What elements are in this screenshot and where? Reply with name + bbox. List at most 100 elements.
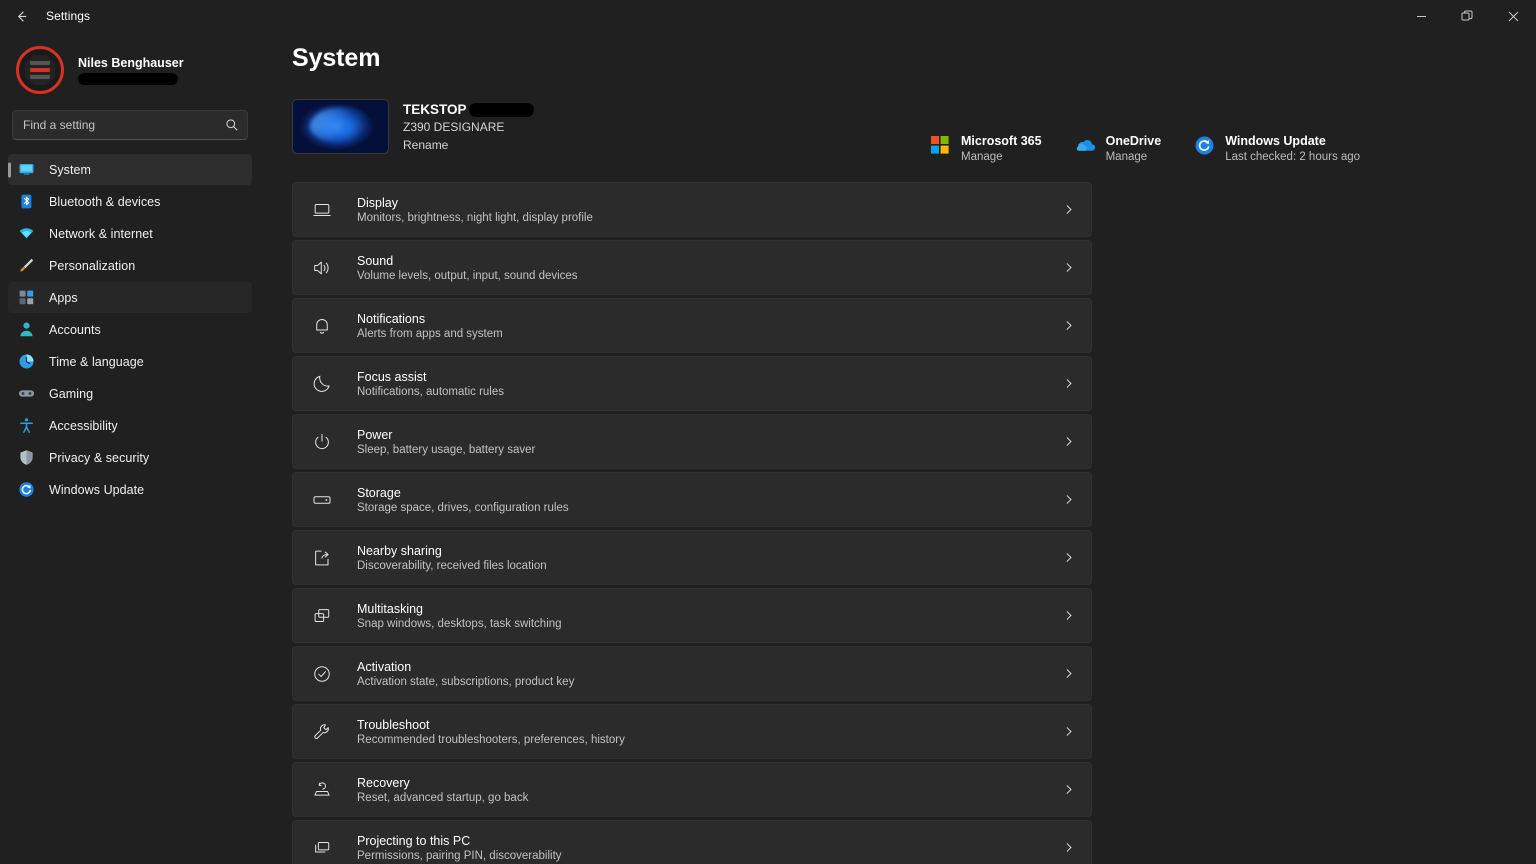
row-text: Notifications Alerts from apps and syste… xyxy=(357,312,1062,340)
account-header[interactable]: Niles Benghauser xyxy=(8,36,252,100)
setting-row-display[interactable]: Display Monitors, brightness, night ligh… xyxy=(292,182,1092,237)
chevron-right-icon xyxy=(1062,667,1075,680)
minimize-button[interactable] xyxy=(1398,0,1444,32)
moon-icon xyxy=(311,373,333,395)
row-subtitle: Notifications, automatic rules xyxy=(357,385,505,398)
bell-icon xyxy=(311,315,333,337)
sidebar-item-accessibility[interactable]: Accessibility xyxy=(8,410,252,441)
sidebar-item-label: Windows Update xyxy=(49,482,145,497)
sidebar-item-privacy-security[interactable]: Privacy & security xyxy=(8,442,252,473)
power-icon xyxy=(311,431,333,453)
bluetooth-icon xyxy=(18,193,35,210)
search-input[interactable] xyxy=(23,118,225,132)
sidebar-item-gaming[interactable]: Gaming xyxy=(8,378,252,409)
setting-row-troubleshoot[interactable]: Troubleshoot Recommended troubleshooters… xyxy=(292,704,1092,759)
window-title: Settings xyxy=(46,9,91,23)
search-box[interactable] xyxy=(12,110,248,140)
service-cards: Microsoft 365 Manage OneDrive Manage Win… xyxy=(925,130,1366,167)
accessibility-icon xyxy=(18,417,35,434)
row-subtitle: Discoverability, received files location xyxy=(357,559,547,572)
row-text: Power Sleep, battery usage, battery save… xyxy=(357,428,1062,456)
row-subtitle: Activation state, subscriptions, product… xyxy=(357,675,575,688)
row-title: Troubleshoot xyxy=(357,717,430,732)
windows-stack-icon xyxy=(311,605,333,627)
service-text: Windows Update Last checked: 2 hours ago xyxy=(1225,134,1360,163)
rename-link[interactable]: Rename xyxy=(403,138,534,152)
row-subtitle: Volume levels, output, input, sound devi… xyxy=(357,269,578,282)
setting-row-notifications[interactable]: Notifications Alerts from apps and syste… xyxy=(292,298,1092,353)
device-meta: TEKSTOP Z390 DESIGNARE Rename xyxy=(403,99,534,152)
window-controls xyxy=(1398,0,1536,32)
row-subtitle: Sleep, battery usage, battery saver xyxy=(357,443,536,456)
service-card-onedrive[interactable]: OneDrive Manage xyxy=(1070,130,1168,167)
share-icon xyxy=(311,547,333,569)
wifi-icon xyxy=(18,225,35,242)
service-subtitle[interactable]: Manage xyxy=(961,151,1042,163)
row-title: Multitasking xyxy=(357,601,423,616)
row-text: Projecting to this PC Permissions, pairi… xyxy=(357,834,1062,862)
sidebar-item-label: Bluetooth & devices xyxy=(49,194,161,209)
row-title: Notifications xyxy=(357,311,426,326)
service-subtitle[interactable]: Manage xyxy=(1106,151,1162,163)
row-text: Recovery Reset, advanced startup, go bac… xyxy=(357,776,1062,804)
chevron-right-icon xyxy=(1062,203,1075,216)
recovery-icon xyxy=(311,779,333,801)
back-button[interactable] xyxy=(4,2,38,30)
check-circle-icon xyxy=(311,663,333,685)
row-text: Display Monitors, brightness, night ligh… xyxy=(357,196,1062,224)
setting-row-activation[interactable]: Activation Activation state, subscriptio… xyxy=(292,646,1092,701)
sidebar-item-network-internet[interactable]: Network & internet xyxy=(8,218,252,249)
service-card-microsoft-365[interactable]: Microsoft 365 Manage xyxy=(925,130,1048,167)
chevron-right-icon xyxy=(1062,783,1075,796)
maximize-button[interactable] xyxy=(1444,0,1490,32)
row-title: Power xyxy=(357,427,393,442)
chevron-right-icon xyxy=(1062,435,1075,448)
sidebar-item-label: Accounts xyxy=(49,322,101,337)
setting-row-nearby-sharing[interactable]: Nearby sharing Discoverability, received… xyxy=(292,530,1092,585)
setting-row-multitasking[interactable]: Multitasking Snap windows, desktops, tas… xyxy=(292,588,1092,643)
clock-icon xyxy=(18,353,35,370)
app-shell: Niles Benghauser System xyxy=(0,32,1536,864)
monitor-icon xyxy=(18,161,35,178)
sidebar-item-windows-update[interactable]: Windows Update xyxy=(8,474,252,505)
project-screen-icon xyxy=(311,837,333,859)
sidebar-item-personalization[interactable]: Personalization xyxy=(8,250,252,281)
avatar-bar-bottom xyxy=(30,75,50,79)
service-text: OneDrive Manage xyxy=(1106,134,1162,163)
speaker-icon xyxy=(311,257,333,279)
sidebar-item-accounts[interactable]: Accounts xyxy=(8,314,252,345)
row-title: Display xyxy=(357,195,398,210)
service-subtitle: Last checked: 2 hours ago xyxy=(1225,151,1361,163)
monitor-icon xyxy=(311,199,333,221)
update-icon xyxy=(18,481,35,498)
chevron-right-icon xyxy=(1062,551,1075,564)
sidebar-item-bluetooth-devices[interactable]: Bluetooth & devices xyxy=(8,186,252,217)
row-subtitle: Recommended troubleshooters, preferences… xyxy=(357,733,625,746)
row-subtitle: Permissions, pairing PIN, discoverabilit… xyxy=(357,849,562,862)
sidebar-item-time-language[interactable]: Time & language xyxy=(8,346,252,377)
sidebar-item-apps[interactable]: Apps xyxy=(8,282,252,313)
setting-row-storage[interactable]: Storage Storage space, drives, configura… xyxy=(292,472,1092,527)
row-subtitle: Reset, advanced startup, go back xyxy=(357,791,529,804)
search-icon xyxy=(225,118,239,132)
service-title: OneDrive xyxy=(1105,134,1162,148)
row-title: Recovery xyxy=(357,775,410,790)
setting-row-recovery[interactable]: Recovery Reset, advanced startup, go bac… xyxy=(292,762,1092,817)
setting-row-focus-assist[interactable]: Focus assist Notifications, automatic ru… xyxy=(292,356,1092,411)
row-title: Projecting to this PC xyxy=(357,833,471,848)
service-card-windows-update[interactable]: Windows Update Last checked: 2 hours ago xyxy=(1189,130,1366,167)
shield-icon xyxy=(18,449,35,466)
close-button[interactable] xyxy=(1490,0,1536,32)
chevron-right-icon xyxy=(1062,609,1075,622)
row-text: Activation Activation state, subscriptio… xyxy=(357,660,1062,688)
setting-row-projecting-to-this-pc[interactable]: Projecting to this PC Permissions, pairi… xyxy=(292,820,1092,864)
row-text: Nearby sharing Discoverability, received… xyxy=(357,544,1062,572)
onedrive-cloud-icon xyxy=(1076,136,1096,156)
device-name: TEKSTOP xyxy=(403,102,467,117)
sidebar-item-label: Gaming xyxy=(49,386,94,401)
row-subtitle: Storage space, drives, configuration rul… xyxy=(357,501,569,514)
setting-row-power[interactable]: Power Sleep, battery usage, battery save… xyxy=(292,414,1092,469)
setting-row-sound[interactable]: Sound Volume levels, output, input, soun… xyxy=(292,240,1092,295)
sidebar-item-system[interactable]: System xyxy=(8,154,252,185)
person-icon xyxy=(18,321,35,338)
